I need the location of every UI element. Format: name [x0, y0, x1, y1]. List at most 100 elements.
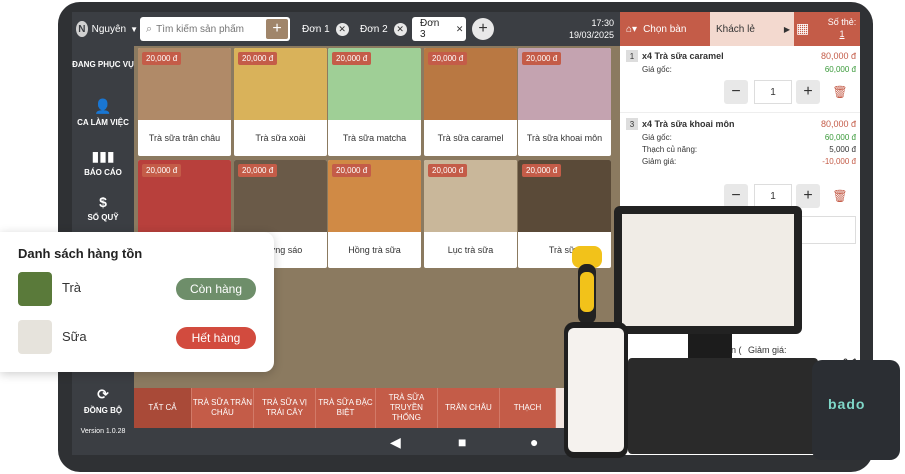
decrease-qty-button[interactable]: −	[724, 80, 748, 104]
recent-icon[interactable]: ●	[530, 434, 538, 450]
user-clock-icon: 👤	[94, 98, 112, 114]
status-badge: Còn hàng	[176, 278, 256, 300]
add-tab-button[interactable]: +	[472, 18, 494, 40]
base-price-value: 60,000 đ	[824, 133, 856, 142]
choose-table-label: Chọn bàn	[643, 23, 687, 35]
seat-value: 1	[839, 29, 845, 39]
product-price: 20,000 đ	[332, 52, 372, 65]
tab-label: Đơn 1	[302, 23, 330, 35]
phone-screen	[568, 328, 624, 452]
customer-select[interactable]: Khách lẻ ▶	[710, 12, 794, 46]
product-price: 20,000 đ	[142, 164, 182, 177]
inventory-title: Danh sách hàng tồn	[18, 246, 143, 261]
line-title[interactable]: x4 Trà sữa caramel	[642, 51, 724, 61]
sidebar-item-label: SỔ QUỸ	[87, 213, 119, 222]
category-all[interactable]: TẤT CẢ	[134, 388, 192, 428]
mobile-phone	[564, 322, 628, 458]
search-box: ⌕ +	[140, 17, 290, 41]
sidebar-item-label: ĐỒNG BỘ	[83, 406, 123, 415]
product-name: Lục trà sữa	[447, 245, 494, 255]
version-text: Version 1.0.28	[80, 428, 126, 435]
category-pearl-milk-tea[interactable]: TRÀ SỮA TRÂN CHÂU	[192, 388, 254, 428]
product-name: Trà sữa trân châu	[148, 133, 221, 143]
topping-label: Thạch củ năng:	[642, 145, 698, 154]
product-card[interactable]: 20,000 đ Trà sữa caramel	[424, 48, 517, 156]
product-card[interactable]: 20,000 đ Trà sữa khoai môn	[518, 48, 611, 156]
inventory-item-name: Sữa	[62, 329, 87, 344]
product-price: 20,000 đ	[428, 52, 468, 65]
inventory-popup: Danh sách hàng tồn Trà Còn hàng Sữa Hết …	[0, 232, 274, 372]
search-input[interactable]	[156, 23, 269, 35]
product-name: Trà sữa matcha	[342, 133, 407, 143]
line-index: 1	[626, 50, 638, 62]
sidebar-item-serving[interactable]: ĐANG PHỤC VỤ	[72, 60, 134, 69]
qty-value[interactable]: 1	[754, 80, 792, 104]
line-index: 3	[626, 118, 638, 130]
order-header: ⌂▾ Chọn bàn Khách lẻ ▶ ▦ Số thẻ: 1	[620, 12, 860, 46]
product-card[interactable]: 20,000 đ Trà sữa xoài	[234, 48, 327, 156]
money-icon: $	[99, 194, 107, 210]
category-fruit-milk-tea[interactable]: TRÀ SỮA VỊ TRÁI CÂY	[254, 388, 316, 428]
tab-order-3[interactable]: Đơn 3 ✕	[412, 17, 466, 41]
note-input[interactable]	[800, 216, 856, 244]
trash-icon[interactable]: 🗑	[830, 184, 850, 208]
close-icon[interactable]: ✕	[393, 22, 407, 36]
android-nav-bar: ◀ ■ ●	[134, 428, 620, 455]
product-name: Hồng trà sữa	[348, 245, 401, 255]
category-special-milk-tea[interactable]: TRÀ SỮA ĐẶC BIỆT	[316, 388, 376, 428]
close-icon[interactable]: ✕	[335, 22, 349, 36]
qty-value[interactable]: 1	[754, 184, 792, 208]
add-product-button[interactable]: +	[266, 19, 288, 39]
user-menu[interactable]: N Nguyên ▼	[76, 17, 138, 41]
sidebar-item-sync[interactable]: ⟳ ĐỒNG BỘ	[72, 386, 134, 415]
cash-drawer	[628, 358, 818, 454]
increase-qty-button[interactable]: +	[796, 80, 820, 104]
sidebar-item-shift[interactable]: 👤 CA LÀM VIỆC	[72, 98, 134, 127]
category-jelly[interactable]: THẠCH	[500, 388, 556, 428]
tab-order-2[interactable]: Đơn 2 ✕	[352, 17, 407, 41]
milk-thumbnail	[18, 320, 52, 354]
tab-order-1[interactable]: Đơn 1 ✕	[294, 17, 349, 41]
monitor-screen	[622, 214, 794, 326]
trash-icon[interactable]: 🗑	[830, 80, 850, 104]
base-price-label: Giá gốc:	[642, 65, 672, 74]
tea-thumbnail	[18, 272, 52, 306]
product-card[interactable]: 20,000 đ Lục trà sữa	[424, 160, 517, 268]
product-name: Trà sữa caramel	[437, 133, 504, 143]
user-name: Nguyên	[91, 23, 127, 35]
sidebar-item-label: BÁO CÁO	[84, 168, 122, 177]
chevron-right-icon: ▶	[783, 24, 790, 34]
increase-qty-button[interactable]: +	[796, 184, 820, 208]
category-traditional-milk-tea[interactable]: TRÀ SỮA TRUYỀN THỐNG	[376, 388, 438, 428]
product-price: 20,000 đ	[332, 164, 372, 177]
receipt-printer: bado	[812, 360, 900, 460]
home-icon[interactable]: ■	[458, 434, 466, 450]
clock: 17:30 19/03/2025	[558, 17, 614, 41]
category-bar: TẤT CẢ TRÀ SỮA TRÂN CHÂU TRÀ SỮA VỊ TRÁI…	[134, 388, 620, 428]
product-card[interactable]: 20,000 đ Trà sữa matcha	[328, 48, 421, 156]
tab-label: Đơn 3	[420, 18, 440, 40]
product-price: 20,000 đ	[428, 164, 468, 177]
calendar-icon[interactable]: ▦	[796, 20, 809, 37]
product-price: 20,000 đ	[238, 164, 278, 177]
table-icon: ⌂▾	[626, 23, 638, 35]
seat-label: Số thẻ:	[827, 17, 857, 27]
customer-label: Khách lẻ	[716, 23, 755, 35]
product-price: 20,000 đ	[522, 52, 562, 65]
search-icon: ⌕	[146, 22, 153, 35]
product-card[interactable]: 20,000 đ Hồng trà sữa	[328, 160, 421, 268]
product-card[interactable]: 20,000 đ Trà sữa trân châu	[138, 48, 231, 156]
line-total: 80,000 đ	[820, 51, 856, 61]
decrease-qty-button[interactable]: −	[724, 184, 748, 208]
base-price-label: Giá gốc:	[642, 133, 672, 142]
product-price: 20,000 đ	[142, 52, 182, 65]
sidebar-item-report[interactable]: ▮▮▮ BÁO CÁO	[72, 148, 134, 177]
category-pearl[interactable]: TRÂN CHÂU	[438, 388, 500, 428]
line-title[interactable]: x4 Trà sữa khoai môn	[642, 119, 735, 129]
back-icon[interactable]: ◀	[390, 434, 401, 451]
sync-icon: ⟳	[97, 386, 109, 402]
choose-table-button[interactable]: ⌂▾ Chọn bàn	[620, 12, 710, 46]
sidebar-item-cashbook[interactable]: $ SỔ QUỸ	[72, 194, 134, 222]
close-icon[interactable]: ✕	[453, 23, 466, 36]
printer-brand: bado	[828, 396, 866, 412]
